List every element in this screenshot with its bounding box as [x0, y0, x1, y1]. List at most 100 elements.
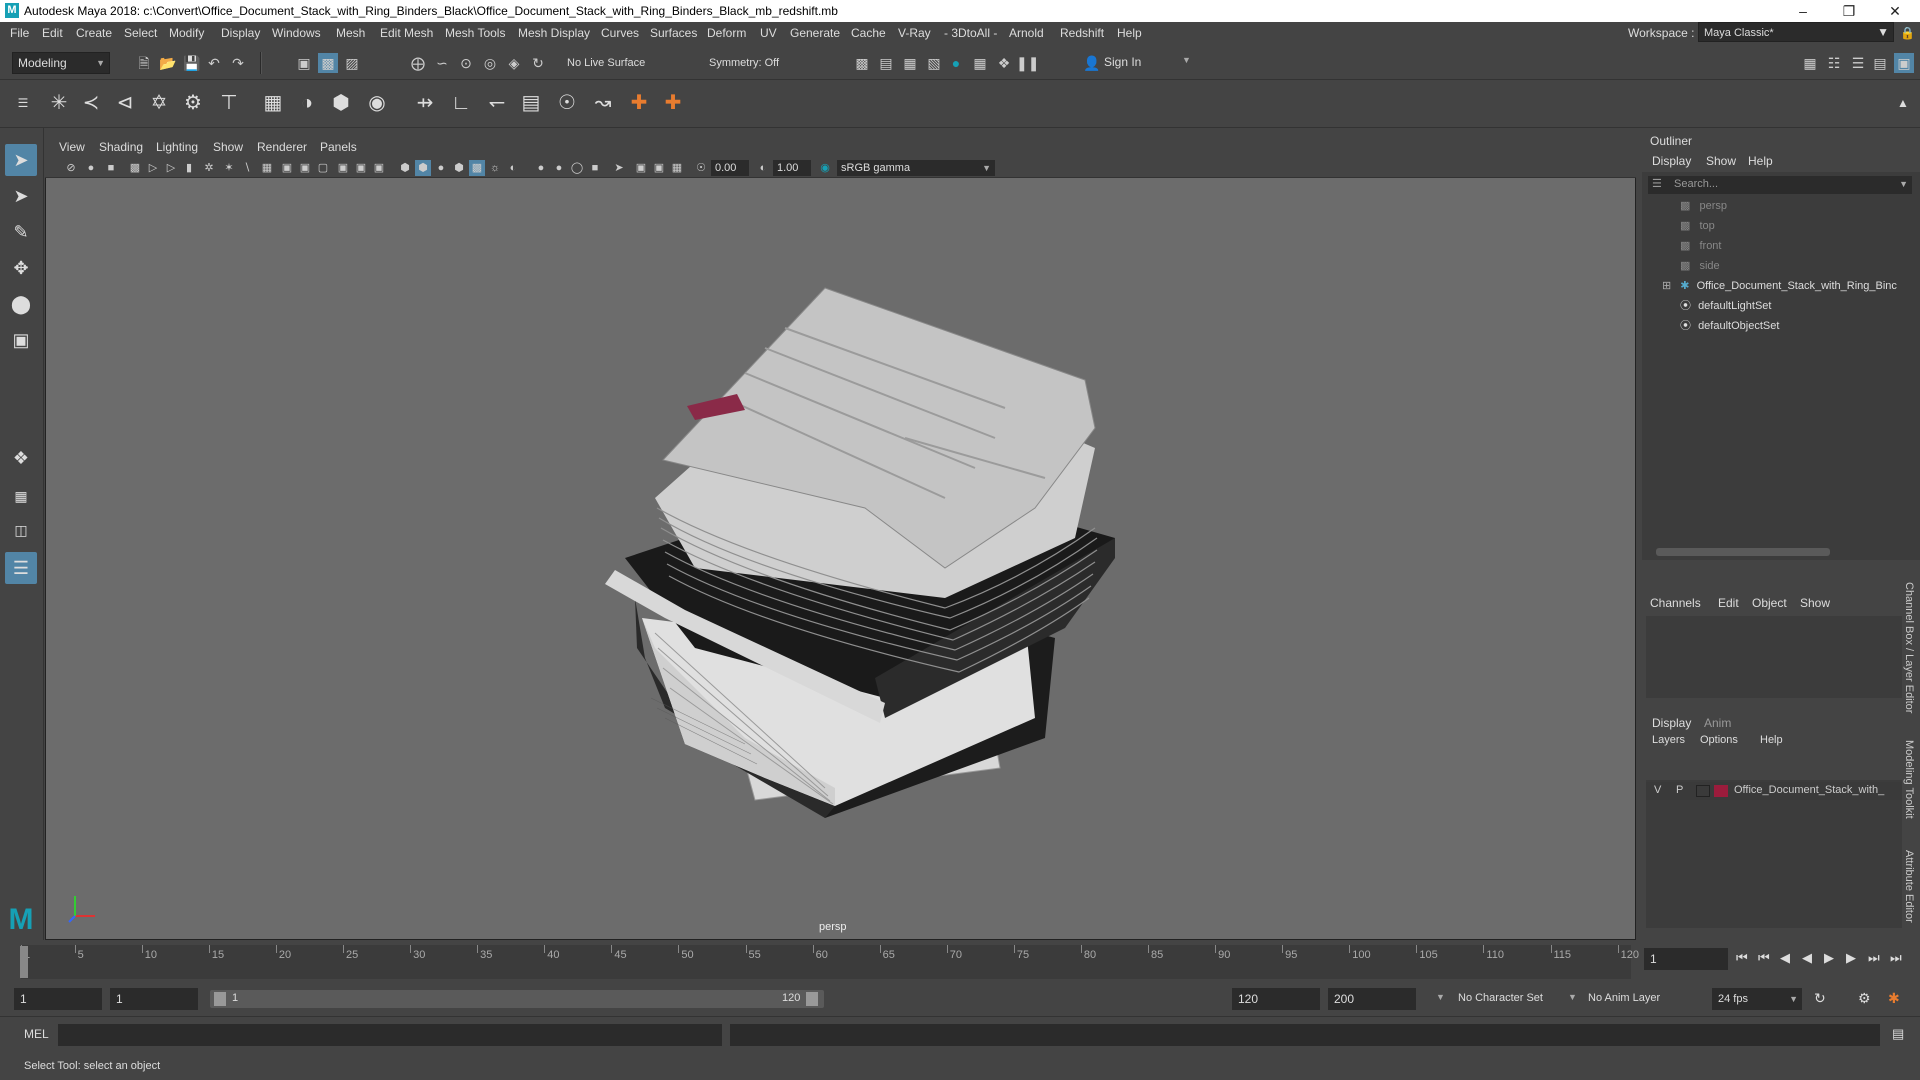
default-material-icon[interactable]: ●: [433, 160, 449, 176]
antialias-icon[interactable]: ◯: [569, 160, 585, 176]
select-tool-icon[interactable]: ➤: [5, 144, 37, 176]
current-frame-field[interactable]: 1: [1644, 948, 1728, 970]
layer-tab-display[interactable]: Display: [1652, 716, 1691, 730]
field-chart-icon[interactable]: ▣: [335, 160, 351, 176]
outliner-item-top[interactable]: ▩ top: [1680, 216, 1715, 236]
insert-loop-icon[interactable]: ▤: [516, 88, 546, 118]
fps-dropdown[interactable]: 24 fps ▼: [1712, 988, 1802, 1010]
close-button[interactable]: ✕: [1872, 0, 1918, 22]
symmetry-dropdown[interactable]: Symmetry: Off: [704, 52, 808, 74]
exposure-icon[interactable]: ☉: [693, 160, 709, 176]
gamma-icon[interactable]: ◐: [755, 160, 771, 176]
range-slider-start-handle[interactable]: [214, 992, 226, 1006]
outliner-hscrollbar[interactable]: [1656, 548, 1830, 556]
grid-icon[interactable]: ▦: [259, 160, 275, 176]
isolate-icon[interactable]: ✲: [201, 160, 217, 176]
render-view-icon[interactable]: ▦: [970, 53, 990, 73]
menu-cache[interactable]: Cache: [851, 22, 886, 44]
pivot-toggle-icon[interactable]: ∖: [239, 160, 255, 176]
viewport-menu-panels[interactable]: Panels: [320, 136, 357, 158]
paint-select-icon[interactable]: ✎: [5, 216, 37, 248]
menu-curves[interactable]: Curves: [601, 22, 639, 44]
gate-mask-icon[interactable]: ▢: [315, 160, 331, 176]
shadows-icon[interactable]: ◐: [505, 160, 521, 176]
render-settings-icon[interactable]: ▧: [924, 53, 944, 73]
resolution-gate-icon[interactable]: ▣: [297, 160, 313, 176]
menu-generate[interactable]: Generate: [790, 22, 840, 44]
menu-surfaces[interactable]: Surfaces: [650, 22, 697, 44]
side-tab-attribute-editor[interactable]: Attribute Editor: [1903, 850, 1915, 923]
color-management-icon[interactable]: ◉: [817, 160, 833, 176]
chevron-down-icon[interactable]: ▼: [1436, 992, 1445, 1002]
single-view-icon[interactable]: ❖: [5, 442, 37, 474]
sphere-icon[interactable]: ◑: [292, 88, 322, 118]
outliner-item-side[interactable]: ▩ side: [1680, 256, 1720, 276]
select-component-icon[interactable]: ▨: [342, 53, 362, 73]
layer-menu-layers[interactable]: Layers: [1652, 734, 1685, 746]
shelf-scroll-icon[interactable]: ▲: [1888, 88, 1918, 118]
outliner-item-document-stack[interactable]: ⊞ ✱ Office_Document_Stack_with_Ring_Binc: [1662, 276, 1897, 296]
render-frame-icon[interactable]: ▩: [852, 53, 872, 73]
snap-view-icon[interactable]: ◎: [480, 53, 500, 73]
layer-editor-icon[interactable]: ▣: [1894, 53, 1914, 73]
outliner-menu-display[interactable]: Display: [1652, 154, 1691, 168]
layer-color-swatch[interactable]: [1714, 785, 1728, 797]
modeling-toolkit-icon[interactable]: ▦: [1800, 53, 1820, 73]
layer-menu-help[interactable]: Help: [1760, 734, 1783, 746]
pivot-icon[interactable]: ✚: [624, 88, 654, 118]
channel-menu-object[interactable]: Object: [1752, 596, 1787, 610]
outliner-layout-icon[interactable]: ☰: [5, 552, 37, 584]
outliner-menu-show[interactable]: Show: [1706, 154, 1736, 168]
workspace-dropdown[interactable]: Maya Classic* ▼: [1698, 22, 1894, 42]
camera-attributes-icon[interactable]: ▷: [145, 160, 161, 176]
channel-menu-channels[interactable]: Channels: [1650, 596, 1701, 610]
outliner-item-default-light-set[interactable]: ⦿ defaultLightSet: [1680, 296, 1771, 316]
smooth-shade-icon[interactable]: ⬢: [415, 160, 431, 176]
layer-row[interactable]: V P Office_Document_Stack_with_: [1646, 782, 1902, 800]
menu-file[interactable]: File: [10, 22, 29, 44]
mel-label[interactable]: MEL: [24, 1027, 49, 1041]
scale-tool-icon[interactable]: ▣: [5, 324, 37, 356]
menu-arnold[interactable]: Arnold: [1009, 22, 1044, 44]
playback-start-field[interactable]: 1: [110, 988, 198, 1010]
select-object-icon[interactable]: ▩: [318, 53, 338, 73]
mode-dropdown[interactable]: Modeling ▼: [12, 52, 110, 74]
outliner-menu-help[interactable]: Help: [1748, 154, 1773, 168]
outliner-search[interactable]: ☰ Search... ▼: [1648, 176, 1912, 194]
side-tab-channel-box[interactable]: Channel Box / Layer Editor: [1903, 582, 1915, 713]
save-scene-icon[interactable]: 💾: [182, 53, 202, 73]
document-stack-model[interactable]: [605, 287, 1115, 818]
menu-mesh-tools[interactable]: Mesh Tools: [445, 22, 505, 44]
step-forward-key-icon[interactable]: ⏭: [1868, 950, 1880, 966]
auto-key-icon[interactable]: ⚙: [1858, 990, 1871, 1007]
menu-modify[interactable]: Modify: [169, 22, 204, 44]
isolate-select-icon[interactable]: ➤: [611, 160, 627, 176]
outliner-item-default-object-set[interactable]: ⦿ defaultObjectSet: [1680, 316, 1779, 336]
safe-title-icon[interactable]: ▣: [371, 160, 387, 176]
go-to-start-icon[interactable]: ⏮: [1736, 950, 1748, 966]
menu-windows[interactable]: Windows: [272, 22, 321, 44]
textured-icon[interactable]: ▩: [469, 160, 485, 176]
snap-pivot-icon[interactable]: ✚: [658, 88, 688, 118]
slide-edge-icon[interactable]: ↝: [588, 88, 618, 118]
backface-icon[interactable]: ▦: [669, 160, 685, 176]
film-gate-icon[interactable]: ▣: [279, 160, 295, 176]
go-to-end-icon[interactable]: ⏭: [1890, 950, 1902, 966]
xray-joints-icon[interactable]: ✶: [221, 160, 237, 176]
extrude-icon[interactable]: ⇸: [410, 88, 440, 118]
menu-vray[interactable]: V-Ray: [898, 22, 931, 44]
wireframe-on-shaded-icon[interactable]: ⬢: [451, 160, 467, 176]
menu-uv[interactable]: UV: [760, 22, 777, 44]
edge-icon[interactable]: ≺: [76, 88, 106, 118]
menu-edit[interactable]: Edit: [42, 22, 63, 44]
xray-active-icon[interactable]: ▣: [651, 160, 667, 176]
new-scene-icon[interactable]: 🗎: [134, 53, 154, 73]
move-tool-icon[interactable]: ✥: [5, 252, 37, 284]
depth-of-field-icon[interactable]: ■: [587, 160, 603, 176]
snap-point-icon[interactable]: ⊙: [456, 53, 476, 73]
bookmark-icon[interactable]: ■: [103, 160, 119, 176]
character-set-label[interactable]: No Character Set: [1458, 992, 1543, 1004]
safe-action-icon[interactable]: ▣: [353, 160, 369, 176]
2d-pan-icon[interactable]: ▷: [163, 160, 179, 176]
viewport-menu-shading[interactable]: Shading: [99, 136, 143, 158]
